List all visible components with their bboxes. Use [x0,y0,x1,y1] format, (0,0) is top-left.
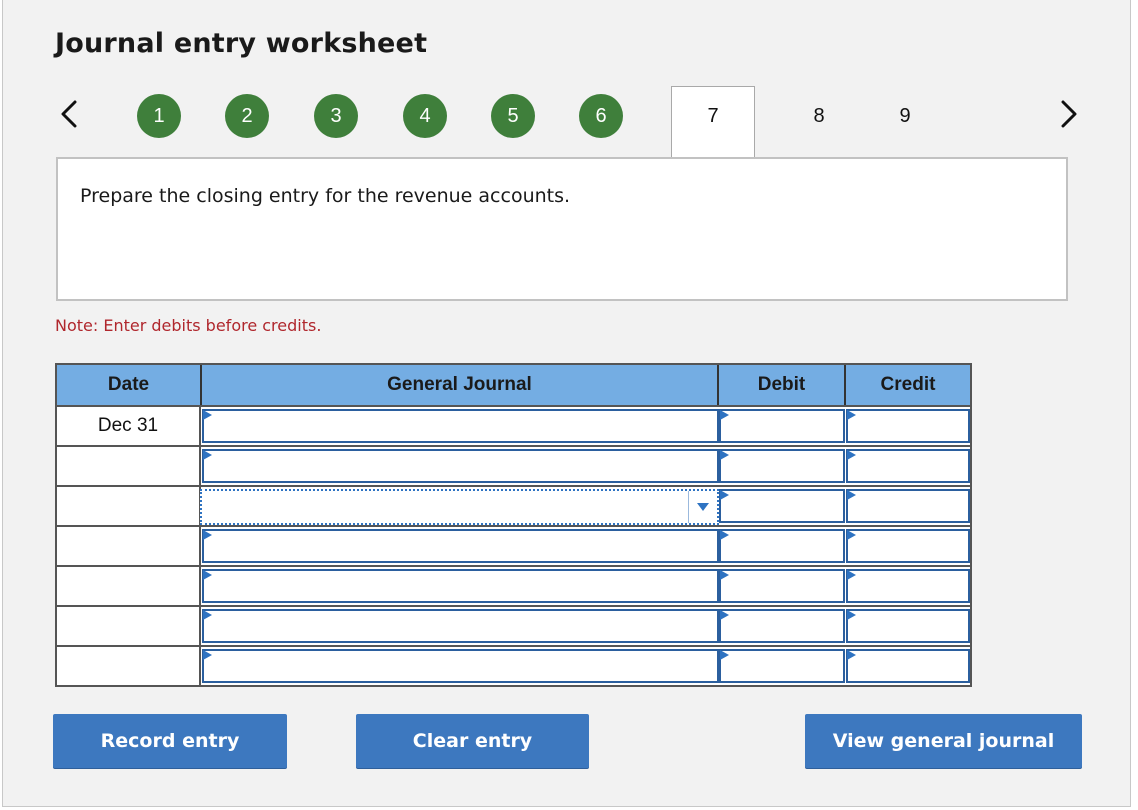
date-cell: Dec 31 [57,407,201,445]
date-cell [57,447,201,485]
debit-input[interactable] [719,409,845,443]
arrow-marker-icon [847,490,856,500]
step-4[interactable]: 4 [403,94,447,138]
credit-input[interactable] [846,649,970,683]
account-select[interactable] [200,489,719,525]
step-9[interactable]: 9 [883,94,927,138]
header-debit: Debit [719,365,846,407]
arrow-marker-icon [203,410,212,420]
date-cell [57,607,201,645]
caret-down-icon[interactable] [688,491,717,523]
arrow-marker-icon [720,570,729,580]
arrow-marker-icon [720,650,729,660]
clear-entry-button[interactable]: Clear entry [356,714,589,768]
header-general-journal: General Journal [202,365,719,407]
credit-input[interactable] [846,409,970,443]
header-date: Date [57,365,202,407]
debit-input[interactable] [719,449,845,483]
account-input[interactable] [202,409,719,443]
page-title: Journal entry worksheet [55,28,428,59]
worksheet-panel: Journal entry worksheet 1 2 3 4 5 6 7 8 … [2,0,1131,807]
debit-input[interactable] [719,649,845,683]
credit-input[interactable] [846,489,970,523]
step-7-active-tab[interactable]: 7 [671,86,755,158]
date-cell [57,487,201,525]
step-1[interactable]: 1 [137,94,181,138]
date-cell [57,647,201,685]
date-cell [57,527,201,565]
step-3[interactable]: 3 [314,94,358,138]
credit-input[interactable] [846,529,970,563]
journal-table: Date General Journal Debit Credit Dec 31 [55,363,972,687]
account-input[interactable] [202,609,719,643]
chevron-left-icon[interactable] [57,96,81,132]
table-row [57,445,970,485]
arrow-marker-icon [203,610,212,620]
table-row [57,605,970,645]
table-row: Dec 31 [57,405,970,445]
date-cell [57,567,201,605]
instruction-box: Prepare the closing entry for the revenu… [56,157,1068,301]
arrow-marker-icon [720,490,729,500]
arrow-marker-icon [847,650,856,660]
arrow-marker-icon [720,410,729,420]
header-credit: Credit [846,365,970,407]
table-row [57,565,970,605]
arrow-marker-icon [203,650,212,660]
arrow-marker-icon [720,530,729,540]
instruction-text: Prepare the closing entry for the revenu… [80,185,571,207]
step-8[interactable]: 8 [797,94,841,138]
table-row [57,485,970,525]
table-row [57,645,970,685]
arrow-marker-icon [203,530,212,540]
arrow-marker-icon [847,570,856,580]
arrow-marker-icon [847,410,856,420]
table-row [57,525,970,565]
view-general-journal-button[interactable]: View general journal [805,714,1082,768]
credit-input[interactable] [846,569,970,603]
debit-input[interactable] [719,609,845,643]
account-input[interactable] [202,649,719,683]
debit-input[interactable] [719,529,845,563]
step-2[interactable]: 2 [225,94,269,138]
record-entry-button[interactable]: Record entry [53,714,287,768]
note-text: Note: Enter debits before credits. [55,316,322,335]
debit-input[interactable] [719,569,845,603]
credit-input[interactable] [846,449,970,483]
debit-input[interactable] [719,489,845,523]
arrow-marker-icon [720,610,729,620]
arrow-marker-icon [847,530,856,540]
arrow-marker-icon [203,450,212,460]
account-input[interactable] [202,449,719,483]
arrow-marker-icon [720,450,729,460]
step-6[interactable]: 6 [579,94,623,138]
arrow-marker-icon [847,450,856,460]
arrow-marker-icon [847,610,856,620]
account-input[interactable] [202,529,719,563]
chevron-right-icon[interactable] [1057,96,1081,132]
credit-input[interactable] [846,609,970,643]
account-input[interactable] [202,569,719,603]
arrow-marker-icon [203,570,212,580]
step-5[interactable]: 5 [491,94,535,138]
